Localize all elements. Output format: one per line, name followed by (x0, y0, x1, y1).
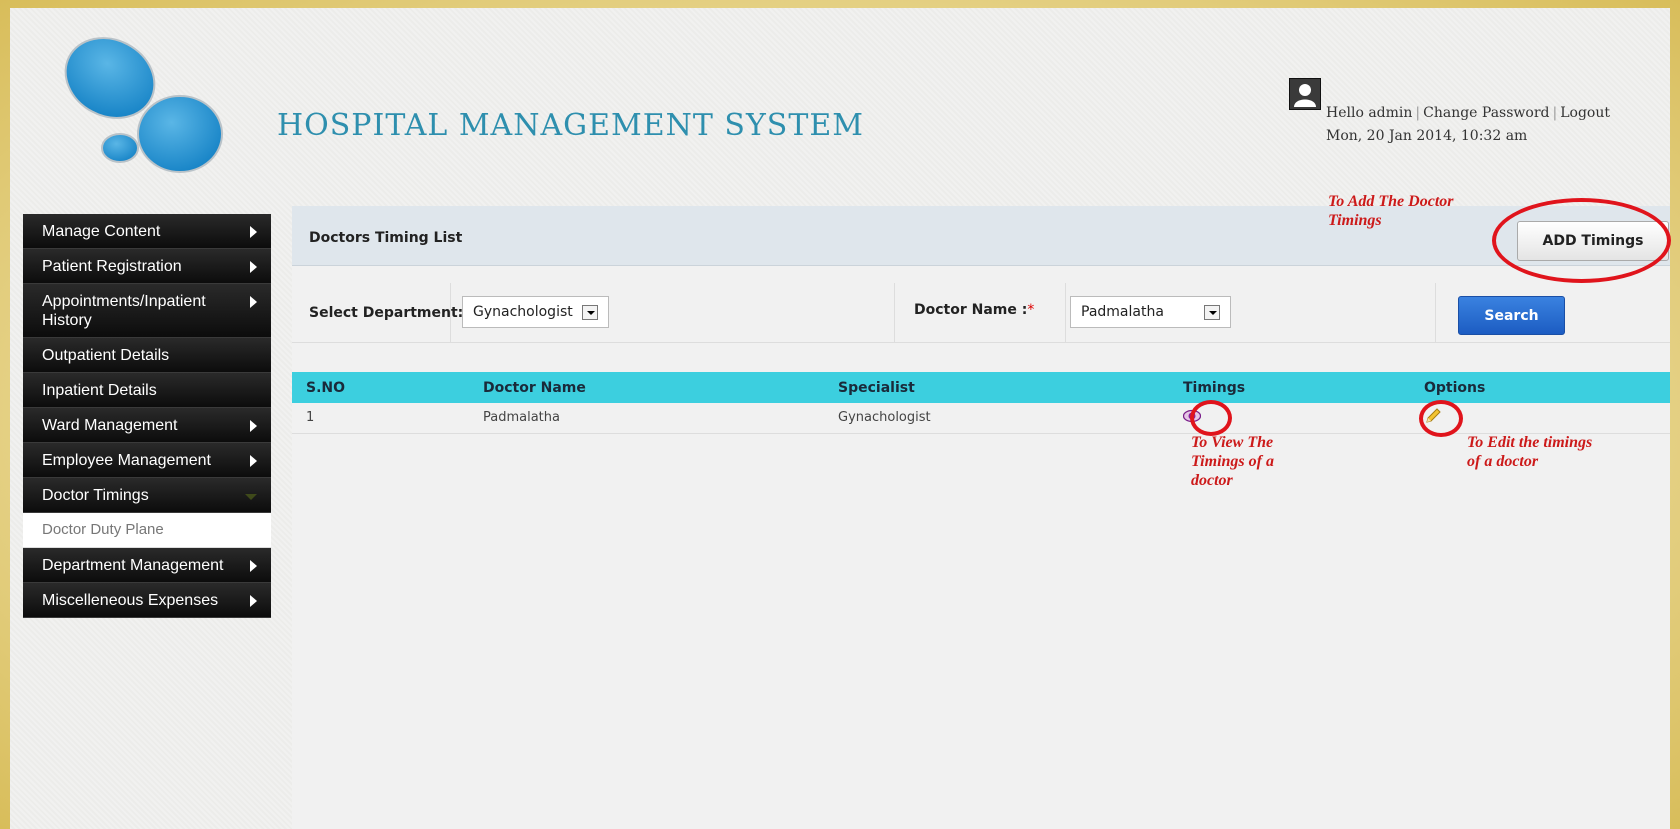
chevron-right-icon (250, 560, 257, 572)
highlight-ring-edit (1419, 400, 1463, 437)
cell-sno: 1 (292, 403, 469, 434)
chevron-right-icon (250, 261, 257, 273)
table-row: 1 Padmalatha Gynachologist (292, 403, 1670, 434)
header-options: Options (1410, 372, 1670, 403)
table-header-row: S.NO Doctor Name Specialist Timings Opti… (292, 372, 1670, 403)
app-title: HOSPITAL MANAGEMENT SYSTEM (277, 108, 864, 143)
page: HOSPITAL MANAGEMENT SYSTEM Hello admin | C… (10, 8, 1671, 829)
sidebar-item-label: Patient Registration (42, 258, 182, 275)
change-password-link[interactable]: Change Password (1423, 105, 1549, 121)
sidebar-item-department-management[interactable]: Department Management (23, 548, 271, 583)
chevron-right-icon (250, 226, 257, 238)
logout-link[interactable]: Logout (1560, 105, 1610, 121)
sidebar-item-label: Employee Management (42, 452, 211, 469)
sidebar-item-manage-content[interactable]: Manage Content (23, 214, 271, 249)
annotation-edit: To Edit the timings of a doctor (1467, 434, 1593, 470)
highlight-ring-view (1190, 400, 1232, 436)
annotation-view: To View The Timings of a doctor (1191, 434, 1274, 489)
annotation-add: To Add The Doctor Timings (1328, 193, 1454, 229)
sidebar-item-inpatient-details[interactable]: Inpatient Details (23, 373, 271, 408)
page-title: Doctors Timing List (309, 230, 463, 246)
cell-doctor-name: Padmalatha (469, 403, 824, 434)
doctor-timings-table: S.NO Doctor Name Specialist Timings Opti… (292, 372, 1670, 434)
sidebar-item-label: Ward Management (42, 417, 178, 434)
sidebar-item-label: Miscelleneous Expenses (42, 592, 219, 609)
chevron-right-icon (250, 595, 257, 607)
sidebar-item-doctor-timings[interactable]: Doctor Timings (23, 478, 271, 513)
header-sno: S.NO (292, 372, 469, 403)
chevron-right-icon (250, 420, 257, 432)
department-label: Select Department:* (309, 305, 470, 321)
sidebar-item-label: Doctor Timings (42, 487, 149, 504)
sidebar-item-label: Department Management (42, 557, 224, 574)
doctor-name-select[interactable]: Padmalatha (1070, 296, 1231, 328)
sidebar-item-ward-management[interactable]: Ward Management (23, 408, 271, 443)
sidebar-item-label: Inpatient Details (42, 382, 157, 399)
department-select[interactable]: Gynachologist (462, 296, 609, 328)
filter-row: Select Department:* Gynachologist Doctor… (292, 283, 1670, 343)
header-doctor-name: Doctor Name (469, 372, 824, 403)
chevron-right-icon (250, 296, 257, 308)
highlight-ring-add (1492, 198, 1671, 283)
cell-specialist: Gynachologist (824, 403, 1169, 434)
sidebar-subitem-doctor-duty-plane[interactable]: Doctor Duty Plane (23, 513, 271, 548)
sidebar: Manage Content Patient Registration Appo… (23, 214, 271, 618)
header-specialist: Specialist (824, 372, 1169, 403)
search-button[interactable]: Search (1458, 296, 1565, 335)
chevron-right-icon (250, 455, 257, 467)
sidebar-item-outpatient-details[interactable]: Outpatient Details (23, 338, 271, 373)
datetime-text: Mon, 20 Jan 2014, 10:32 am (1326, 128, 1528, 144)
sidebar-item-label: Outpatient Details (42, 347, 170, 364)
sidebar-item-miscelleneous-expenses[interactable]: Miscelleneous Expenses (23, 583, 271, 618)
dropdown-arrow-icon (582, 305, 598, 320)
doctor-name-label: Doctor Name :* (914, 302, 1035, 318)
dropdown-arrow-icon (1204, 305, 1220, 320)
sidebar-item-label: Appointments/Inpatient History (42, 293, 206, 329)
chevron-down-icon (245, 494, 257, 500)
main-panel: Doctors Timing List ADD Timings Select D… (292, 206, 1670, 829)
user-avatar-icon (1289, 78, 1321, 110)
sidebar-item-appointments[interactable]: Appointments/Inpatient History (23, 284, 271, 338)
sidebar-item-patient-registration[interactable]: Patient Registration (23, 249, 271, 284)
header-timings: Timings (1169, 372, 1410, 403)
hospital-logo (64, 37, 223, 173)
title-bar: Doctors Timing List ADD Timings (292, 206, 1670, 266)
sidebar-item-employee-management[interactable]: Employee Management (23, 443, 271, 478)
sidebar-item-label: Manage Content (42, 223, 161, 240)
greeting-text: Hello admin (1326, 105, 1413, 121)
